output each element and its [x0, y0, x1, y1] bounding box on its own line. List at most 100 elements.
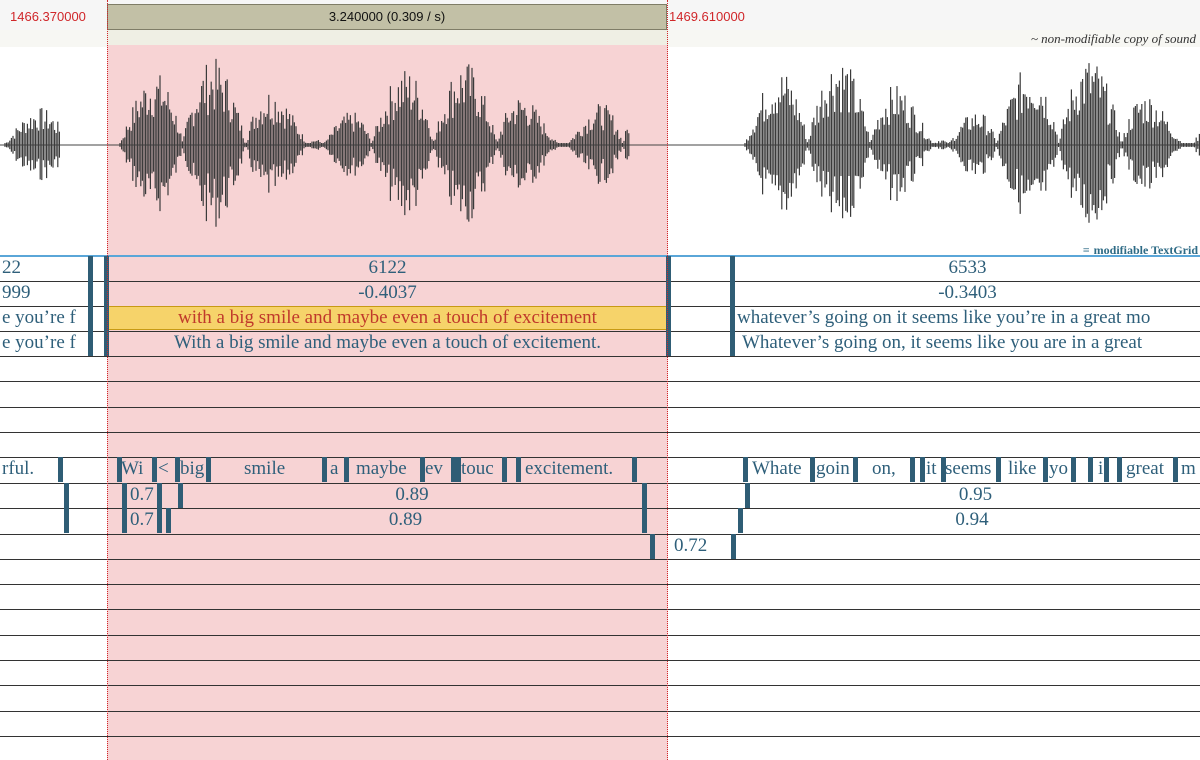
interval-boundary[interactable]	[920, 457, 925, 482]
interval-boundary[interactable]	[1104, 457, 1109, 482]
interval-boundary[interactable]	[730, 256, 735, 356]
interval-boundary[interactable]	[910, 457, 915, 482]
tier-divider	[0, 432, 1200, 433]
tier-score-right[interactable]: -0.3403	[735, 281, 1200, 305]
selection-header-strip	[107, 30, 668, 45]
interval-boundary[interactable]	[178, 483, 183, 508]
tier-divider	[0, 660, 1200, 661]
interval-boundary[interactable]	[117, 457, 122, 482]
interval-boundary[interactable]	[745, 483, 750, 508]
interval-boundary[interactable]	[206, 457, 211, 482]
word-item[interactable]: yo	[1049, 457, 1068, 481]
interval-boundary[interactable]	[502, 457, 507, 482]
tier-divider	[0, 584, 1200, 585]
tier-norm-selected[interactable]: With a big smile and maybe even a touch …	[107, 331, 668, 355]
word-item[interactable]: a	[330, 457, 338, 481]
word-item[interactable]: smile	[244, 457, 285, 481]
selection-end-time: 1469.610000	[669, 9, 745, 24]
sound-caption: ~ non-modifiable copy of sound	[1030, 31, 1196, 46]
tier-divider	[0, 736, 1200, 737]
tier-divider	[0, 635, 1200, 636]
interval-boundary[interactable]	[1088, 457, 1093, 482]
interval-boundary[interactable]	[88, 256, 93, 356]
interval-boundary[interactable]	[157, 508, 162, 533]
tier-divider	[0, 685, 1200, 686]
interval-boundary[interactable]	[731, 534, 736, 559]
tier-raw-right[interactable]: whatever’s going on it seems like you’re…	[737, 306, 1150, 330]
tier-divider	[0, 534, 1200, 535]
selection-start-time: 1466.370000	[10, 9, 86, 24]
interval-boundary[interactable]	[853, 457, 858, 482]
selection-duration-button[interactable]: 3.240000 (0.309 / s)	[107, 4, 667, 30]
tier-divider	[0, 609, 1200, 610]
tier-divider	[0, 356, 1200, 357]
tier-divider	[0, 381, 1200, 382]
interval-boundary[interactable]	[516, 457, 521, 482]
interval-boundary[interactable]	[810, 457, 815, 482]
tier-norm-right[interactable]: Whatever’s going on, it seems like you a…	[742, 331, 1142, 355]
conf-c-gap[interactable]: 0.72	[674, 534, 707, 558]
word-item[interactable]: Whate	[752, 457, 802, 481]
word-item[interactable]: m	[1181, 457, 1196, 481]
interval-boundary[interactable]	[941, 457, 946, 482]
tier-score-selected[interactable]: -0.4037	[107, 281, 668, 305]
conf-a-main[interactable]: 0.89	[183, 483, 641, 507]
tier-id-left: 22	[2, 257, 21, 278]
word-item[interactable]: seems	[945, 457, 991, 481]
interval-boundary[interactable]	[1071, 457, 1076, 482]
interval-boundary[interactable]	[152, 457, 157, 482]
word-item[interactable]: excitement.	[525, 457, 613, 481]
interval-boundary[interactable]	[632, 457, 637, 482]
word-item[interactable]: <	[158, 457, 169, 481]
interval-boundary[interactable]	[1043, 457, 1048, 482]
selection-end-line[interactable]	[667, 0, 668, 760]
interval-boundary[interactable]	[1117, 457, 1122, 482]
tier-id-right[interactable]: 6533	[735, 256, 1200, 280]
interval-boundary[interactable]	[743, 457, 748, 482]
word-item[interactable]: Wi	[121, 457, 143, 481]
interval-boundary[interactable]	[996, 457, 1001, 482]
interval-boundary[interactable]	[58, 457, 63, 482]
interval-boundary[interactable]	[157, 483, 162, 508]
interval-boundary[interactable]	[122, 483, 127, 508]
interval-boundary[interactable]	[738, 508, 743, 533]
tier-norm-left: e you’re f	[2, 332, 76, 353]
tier-id-selected[interactable]: 6122	[107, 256, 668, 280]
conf-b-main[interactable]: 0.89	[170, 508, 641, 532]
conf-b-first[interactable]: 0.7	[130, 508, 154, 532]
interval-boundary[interactable]	[166, 508, 171, 533]
interval-boundary[interactable]	[456, 457, 461, 482]
interval-boundary[interactable]	[344, 457, 349, 482]
word-item[interactable]: goin	[816, 457, 850, 481]
interval-boundary[interactable]	[420, 457, 425, 482]
tier-divider	[0, 559, 1200, 560]
tier-divider	[0, 711, 1200, 712]
interval-boundary[interactable]	[642, 483, 647, 508]
interval-boundary[interactable]	[642, 508, 647, 533]
word-item[interactable]: ev	[425, 457, 443, 481]
tier-raw-selected[interactable]: with a big smile and maybe even a touch …	[107, 306, 668, 330]
interval-boundary[interactable]	[1173, 457, 1178, 482]
interval-boundary[interactable]	[64, 508, 69, 533]
word-item[interactable]: big	[180, 457, 204, 481]
word-item[interactable]: i	[1098, 457, 1103, 481]
conf-a-first[interactable]: 0.7	[130, 483, 154, 507]
word-item[interactable]: maybe	[356, 457, 407, 481]
word-item[interactable]: it	[926, 457, 937, 481]
word-item[interactable]: on,	[872, 457, 896, 481]
interval-boundary[interactable]	[64, 483, 69, 508]
tier-score-left: 999	[2, 282, 31, 303]
word-item[interactable]: touc	[461, 457, 494, 481]
interval-boundary[interactable]	[175, 457, 180, 482]
tier-raw-left: e you’re f	[2, 307, 76, 328]
tier-divider	[0, 407, 1200, 408]
conf-a-right[interactable]: 0.95	[751, 483, 1200, 507]
word-item[interactable]: like	[1008, 457, 1037, 481]
interval-boundary[interactable]	[122, 508, 127, 533]
conf-b-right[interactable]: 0.94	[744, 508, 1200, 532]
word-item[interactable]: great	[1126, 457, 1164, 481]
selection-start-line[interactable]	[107, 0, 108, 760]
interval-boundary[interactable]	[650, 534, 655, 559]
interval-boundary[interactable]	[322, 457, 327, 482]
sound-waveform[interactable]	[0, 47, 1200, 243]
